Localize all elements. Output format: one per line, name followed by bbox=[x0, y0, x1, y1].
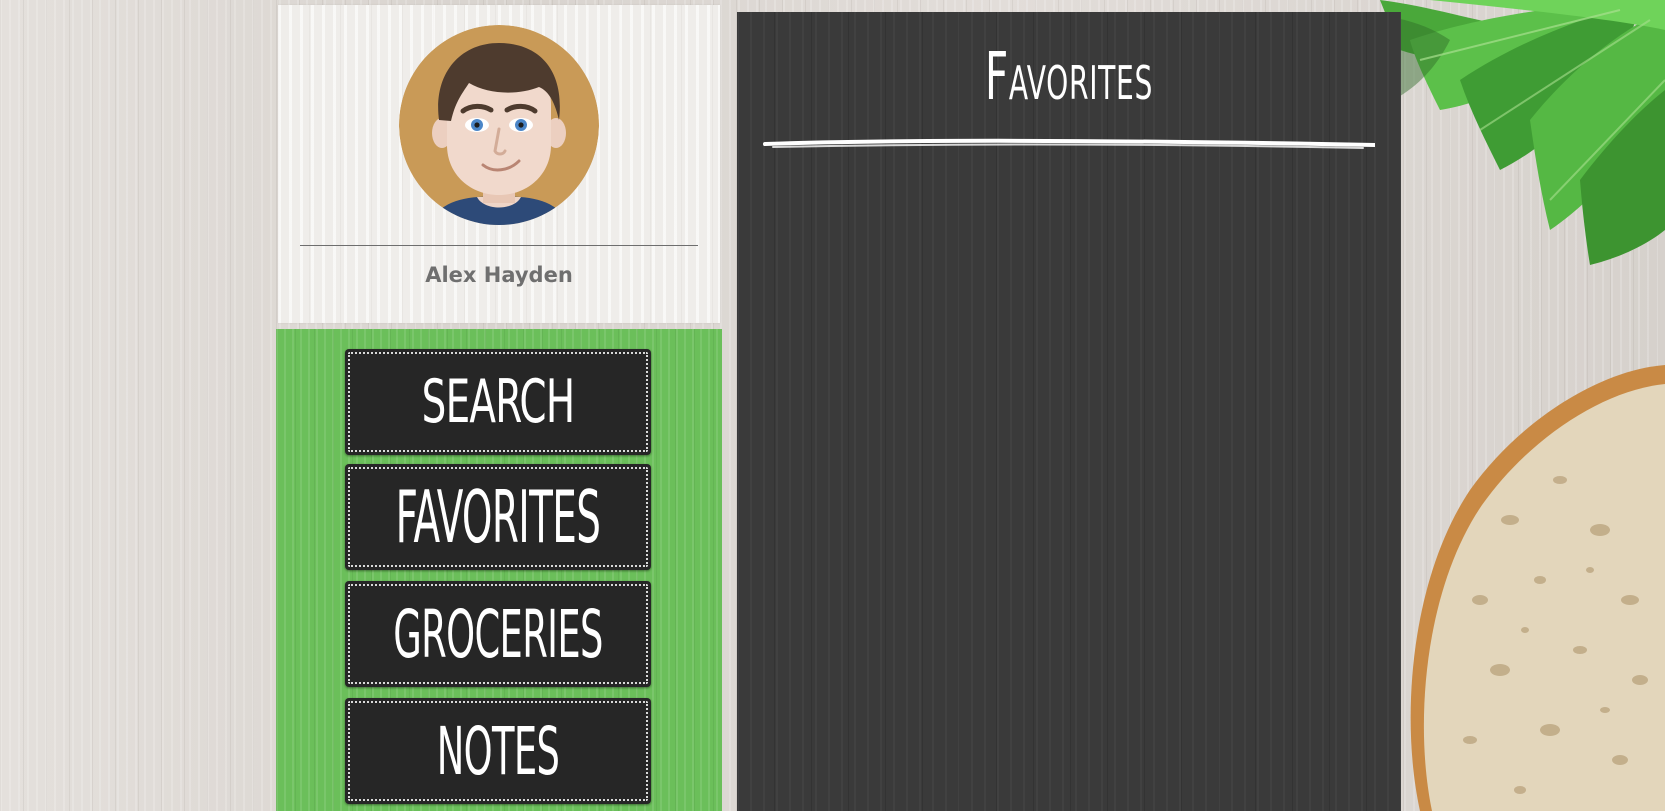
favorites-button-label: FAVORITES bbox=[395, 475, 601, 559]
bread-slice-decoration bbox=[1410, 365, 1665, 811]
chalk-underline bbox=[763, 138, 1375, 149]
groceries-button-label: GROCERIES bbox=[393, 595, 603, 673]
avatar-illustration bbox=[399, 25, 599, 225]
search-button[interactable]: SEARCH bbox=[345, 349, 651, 455]
page-title: Favorites bbox=[984, 38, 1154, 115]
notes-button[interactable]: NOTES bbox=[345, 698, 651, 804]
notes-button-label: NOTES bbox=[436, 712, 560, 790]
favorites-button[interactable]: FAVORITES bbox=[345, 464, 651, 570]
search-button-label: SEARCH bbox=[421, 367, 575, 437]
user-name: Alex Hayden bbox=[425, 263, 573, 287]
favorites-board: Favorites bbox=[737, 12, 1401, 811]
profile-divider bbox=[300, 245, 698, 246]
avatar[interactable] bbox=[399, 25, 599, 225]
profile-card: Alex Hayden bbox=[278, 5, 720, 323]
nav-panel: SEARCH FAVORITES GROCERIES NOTES bbox=[276, 329, 722, 811]
groceries-button[interactable]: GROCERIES bbox=[345, 581, 651, 687]
